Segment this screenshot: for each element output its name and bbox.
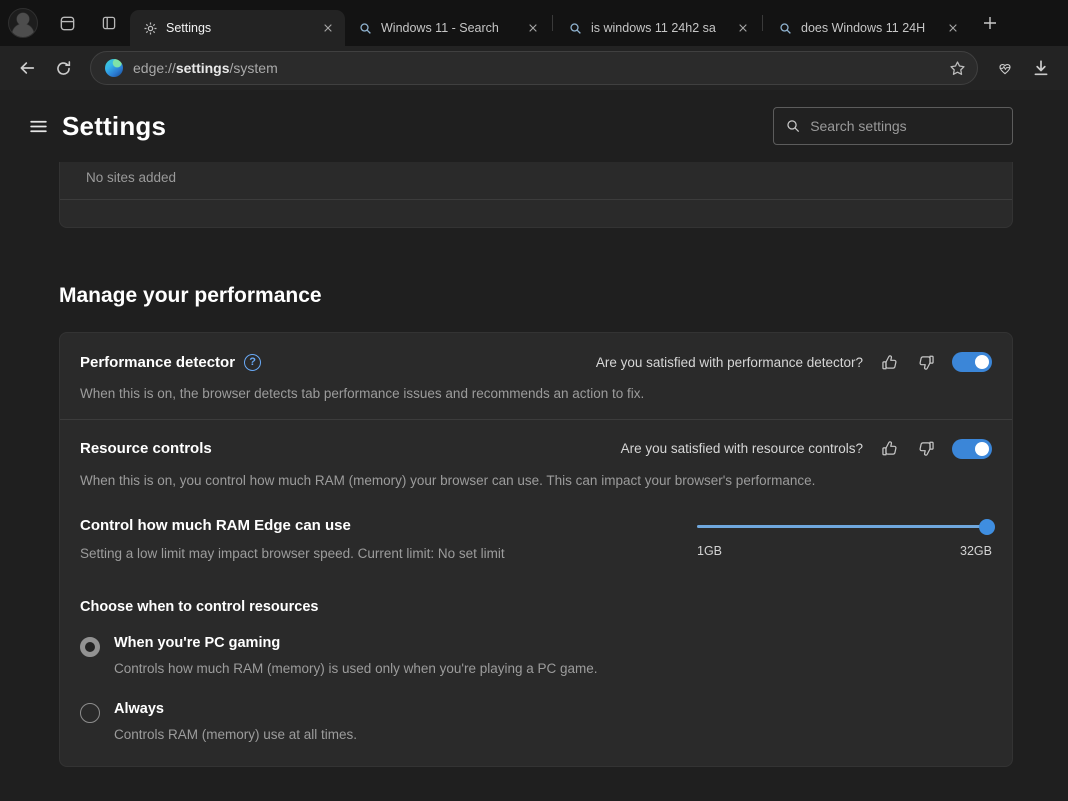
search-icon — [786, 118, 800, 134]
performance-settings-card: Performance detector ? Are you satisfied… — [59, 332, 1013, 767]
resource-mode-heading: Choose when to control resources — [80, 599, 992, 615]
address-bar[interactable]: edge://settings/system — [90, 51, 978, 85]
settings-search-box[interactable] — [773, 107, 1013, 145]
option-label: When you're PC gaming — [114, 635, 598, 651]
browser-window: Settings Windows 11 - Search — [0, 0, 1068, 801]
close-icon[interactable] — [319, 19, 337, 37]
url-text[interactable]: edge://settings/system — [133, 60, 933, 76]
thumbs-up-icon[interactable] — [878, 351, 900, 373]
no-sites-added-text: No sites added — [86, 168, 986, 185]
resource-mode-heading-row: Choose when to control resources — [60, 579, 1012, 619]
favorite-star-icon[interactable] — [943, 54, 971, 82]
resource-controls-toggle[interactable] — [952, 439, 992, 459]
option-pc-gaming[interactable]: When you're PC gaming Controls how much … — [60, 619, 1012, 686]
slider-thumb[interactable] — [979, 519, 995, 535]
tab-does-windows-24h2[interactable]: does Windows 11 24H — [765, 10, 970, 46]
settings-header: Settings — [0, 90, 1068, 162]
option-description: Controls how much RAM (memory) is used o… — [114, 660, 598, 678]
ram-slider[interactable] — [697, 525, 992, 528]
tab-is-windows-24h2[interactable]: is windows 11 24h2 sa — [555, 10, 760, 46]
tab-separator — [552, 15, 553, 31]
help-icon[interactable]: ? — [244, 354, 261, 371]
refresh-button[interactable] — [46, 51, 80, 85]
option-label: Always — [114, 701, 357, 717]
profile-avatar[interactable] — [8, 8, 38, 38]
tab-label: is windows 11 24h2 sa — [591, 21, 726, 35]
downloads-icon[interactable] — [1024, 51, 1058, 85]
gear-icon — [142, 20, 158, 36]
search-icon — [777, 20, 793, 36]
url-host: settings — [176, 60, 230, 76]
thumbs-up-icon[interactable] — [878, 438, 900, 460]
close-icon[interactable] — [524, 19, 542, 37]
radio-icon[interactable] — [80, 637, 100, 657]
navigation-bar: edge://settings/system — [0, 46, 1068, 90]
search-settings-input[interactable] — [810, 118, 1000, 134]
new-tab-button[interactable] — [976, 9, 1004, 37]
tab-separator — [762, 15, 763, 31]
slider-fill — [697, 525, 992, 528]
tab-bar: Settings Windows 11 - Search — [0, 0, 1068, 46]
url-path: /system — [230, 60, 278, 76]
slider-max-label: 32GB — [960, 544, 992, 558]
toggle-knob — [975, 355, 989, 369]
page-title: Settings — [62, 111, 166, 142]
resource-controls-description: When this is on, you control how much RA… — [80, 472, 992, 490]
back-button[interactable] — [10, 51, 44, 85]
ram-slider-block: 1GB 32GB — [697, 517, 992, 558]
tab-label: Windows 11 - Search — [381, 21, 516, 35]
performance-detector-row: Performance detector ? Are you satisfied… — [60, 333, 1012, 419]
ram-limit-description: Setting a low limit may impact browser s… — [80, 545, 505, 563]
resource-controls-row: Resource controls Are you satisfied with… — [60, 420, 1012, 506]
thumbs-down-icon[interactable] — [915, 438, 937, 460]
divider — [60, 199, 1012, 200]
resource-controls-title: Resource controls — [80, 440, 212, 457]
previous-section-card: No sites added — [59, 162, 1013, 228]
option-always[interactable]: Always Controls RAM (memory) use at all … — [60, 685, 1012, 752]
url-scheme: edge:// — [133, 60, 176, 76]
close-icon[interactable] — [734, 19, 752, 37]
performance-detector-title: Performance detector — [80, 354, 235, 371]
search-icon — [357, 20, 373, 36]
tab-bar-left-controls — [8, 0, 130, 46]
performance-detector-description: When this is on, the browser detects tab… — [80, 385, 992, 403]
tab-label: does Windows 11 24H — [801, 21, 936, 35]
thumbs-down-icon[interactable] — [915, 351, 937, 373]
section-heading: Manage your performance — [59, 284, 1013, 308]
feedback-question: Are you satisfied with resource controls… — [621, 441, 863, 456]
radio-icon[interactable] — [80, 703, 100, 723]
workspaces-icon[interactable] — [54, 10, 80, 36]
search-icon — [567, 20, 583, 36]
tab-settings[interactable]: Settings — [130, 10, 345, 46]
tab-windows11-search[interactable]: Windows 11 - Search — [345, 10, 550, 46]
settings-content: No sites added Manage your performance P… — [0, 162, 1068, 767]
browser-essentials-icon[interactable] — [988, 51, 1022, 85]
performance-detector-toggle[interactable] — [952, 352, 992, 372]
slider-min-label: 1GB — [697, 544, 722, 558]
menu-icon[interactable] — [27, 115, 49, 137]
feedback-question: Are you satisfied with performance detec… — [596, 355, 863, 370]
option-description: Controls RAM (memory) use at all times. — [114, 726, 357, 744]
toggle-knob — [975, 442, 989, 456]
ram-limit-title: Control how much RAM Edge can use — [80, 517, 505, 534]
tab-label: Settings — [166, 21, 311, 35]
edge-logo-icon — [105, 59, 123, 77]
close-icon[interactable] — [944, 19, 962, 37]
tab-actions-icon[interactable] — [96, 10, 122, 36]
ram-limit-row: Control how much RAM Edge can use Settin… — [60, 505, 1012, 579]
